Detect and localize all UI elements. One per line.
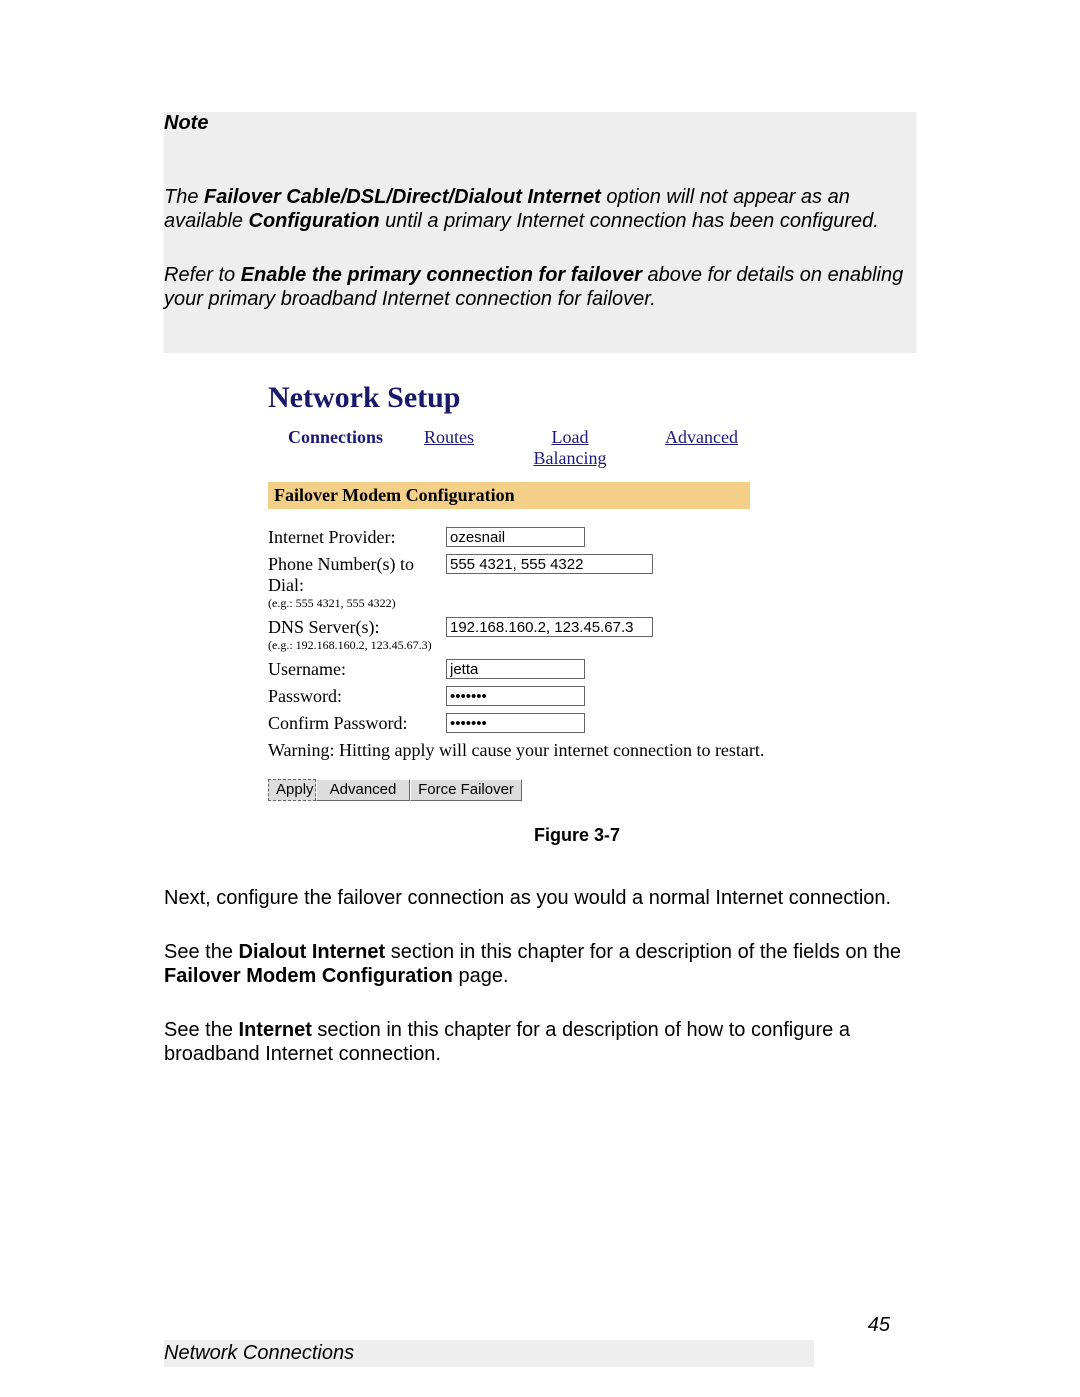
figure-caption: Figure 3-7 — [238, 825, 916, 846]
internet-provider-label: Internet Provider: — [268, 527, 446, 548]
password-input[interactable] — [446, 686, 585, 706]
text: See the — [164, 1019, 239, 1041]
force-failover-button[interactable]: Force Failover — [410, 779, 522, 801]
internet-provider-input[interactable] — [446, 527, 585, 547]
warning-text: Warning: Hitting apply will cause your i… — [268, 740, 916, 761]
tab-connections[interactable]: Connections — [268, 425, 403, 470]
dns-hint: (e.g.: 192.168.160.2, 123.45.67.3) — [268, 638, 446, 653]
phone-hint: (e.g.: 555 4321, 555 4322) — [268, 596, 446, 611]
text: The — [164, 186, 204, 208]
bold-text: Failover Cable/DSL/Direct/Dialout Intern… — [204, 186, 601, 208]
text: Refer to — [164, 264, 241, 286]
note-paragraph-2: Refer to Enable the primary connection f… — [164, 263, 916, 341]
button-row: Apply Advanced Force Failover — [268, 779, 916, 801]
bold-text: Enable the primary connection for failov… — [241, 264, 642, 286]
confirm-password-label: Confirm Password: — [268, 713, 446, 734]
tab-advanced[interactable]: Advanced — [645, 425, 749, 470]
tab-routes[interactable]: Routes — [403, 425, 495, 470]
note-label: Note — [164, 112, 916, 185]
tab-bar: Connections Routes Load Balancing Advanc… — [268, 425, 916, 470]
advanced-button[interactable]: Advanced — [316, 779, 410, 801]
bold-text: Configuration — [249, 210, 380, 232]
text: DNS Server(s): — [268, 617, 379, 637]
bold-text: Failover Modem Configuration — [164, 965, 453, 987]
dns-server-input[interactable] — [446, 617, 653, 637]
apply-button[interactable]: Apply — [268, 779, 316, 801]
body-paragraph-3: See the Internet section in this chapter… — [164, 1018, 916, 1066]
password-label: Password: — [268, 686, 446, 707]
text: See the — [164, 941, 239, 963]
username-input[interactable] — [446, 659, 585, 679]
body-paragraph-1: Next, configure the failover connection … — [164, 886, 916, 910]
text: page. — [453, 965, 509, 987]
bold-text: Internet — [239, 1019, 312, 1041]
tab-load-balancing[interactable]: Load Balancing — [495, 425, 645, 470]
note-box: Note The Failover Cable/DSL/Direct/Dialo… — [164, 112, 916, 353]
confirm-password-input[interactable] — [446, 713, 585, 733]
phone-number-input[interactable] — [446, 554, 653, 574]
text: until a primary Internet connection has … — [380, 210, 879, 232]
section-header: Failover Modem Configuration — [268, 482, 750, 509]
dns-server-label: DNS Server(s): (e.g.: 192.168.160.2, 123… — [268, 617, 446, 653]
figure-title: Network Setup — [268, 381, 916, 415]
figure-network-setup: Network Setup Connections Routes Load Ba… — [268, 381, 916, 846]
text: section in this chapter for a descriptio… — [385, 941, 901, 963]
page-number: 45 — [868, 1314, 890, 1337]
phone-number-label: Phone Number(s) to Dial: (e.g.: 555 4321… — [268, 554, 446, 611]
username-label: Username: — [268, 659, 446, 680]
note-paragraph-1: The Failover Cable/DSL/Direct/Dialout In… — [164, 185, 916, 263]
bold-text: Dialout Internet — [239, 941, 386, 963]
footer-title: Network Connections — [164, 1340, 814, 1367]
text: Phone Number(s) to Dial: — [268, 554, 414, 595]
body-paragraph-2: See the Dialout Internet section in this… — [164, 940, 916, 988]
